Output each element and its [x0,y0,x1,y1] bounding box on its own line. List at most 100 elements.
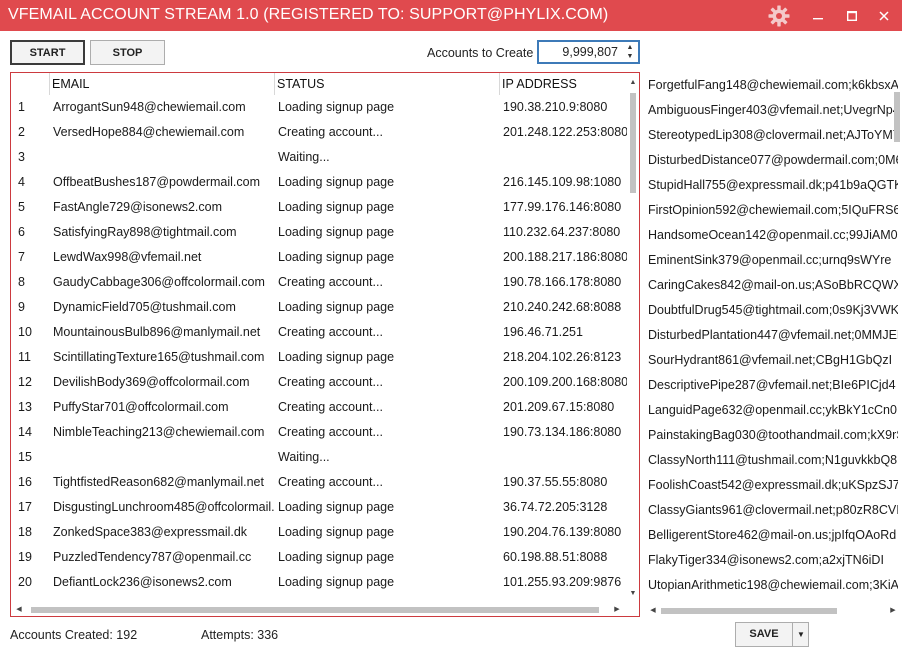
maximize-icon[interactable] [834,0,870,31]
scroll-left-arrow-icon[interactable]: ◀ [13,603,25,616]
created-accounts-list[interactable]: ForgetfulFang148@chewiemail.com;k6kbsxA2… [647,72,902,617]
row-email: DefiantLock236@isonews2.com [53,575,232,589]
row-email: GaudyCabbage306@offcolormail.com [53,275,265,289]
table-row[interactable]: 16 TightfistedReason682@manlymail.net Crea… [11,470,629,495]
table-row[interactable]: 13 PuffyStar701@offcolormail.com Creating … [11,395,629,420]
row-status: Loading signup page [278,575,395,589]
row-index: 3 [18,150,25,164]
row-email: OffbeatBushes187@powdermail.com [53,175,261,189]
save-button-label[interactable]: SAVE [736,623,792,646]
output-vertical-scrollbar[interactable] [892,72,902,602]
table-row[interactable]: 11 ScintillatingTexture165@tushmail.com Lo… [11,345,629,370]
row-index: 19 [18,550,32,564]
close-icon[interactable] [866,0,902,31]
row-index: 13 [18,400,32,414]
table-row[interactable]: 1 ArrogantSun948@chewiemail.com Loading si… [11,95,629,120]
row-ip: 210.240.242.68:8088 [503,300,622,314]
row-status: Loading signup page [278,200,395,214]
accounts-to-create-input[interactable]: 9,999,807 ▲ ▼ [537,40,640,64]
row-email: ZonkedSpace383@expressmail.dk [53,525,248,539]
table-row[interactable]: 14 NimbleTeaching213@chewiemail.com Creati… [11,420,629,445]
row-email [53,145,275,170]
scroll-down-arrow-icon[interactable]: ▼ [627,587,639,601]
table-row[interactable]: 2 VersedHope884@chewiemail.com Creating ac… [11,120,629,145]
row-status: Loading signup page [278,100,395,114]
column-header-status[interactable]: STATUS [274,73,499,95]
row-status: Loading signup page [278,175,395,189]
row-status: Loading signup page [278,250,395,264]
scroll-thumb[interactable] [630,93,636,193]
table-row[interactable]: 17 DisgustingLunchroom485@offcolormail. Lo… [11,495,629,520]
row-index: 11 [18,350,31,364]
row-status: Loading signup page [278,550,395,564]
row-email: DisgustingLunchroom485@offcolormail. [53,500,275,514]
table-row[interactable]: 15 Waiting... [11,445,629,470]
row-index: 12 [18,375,32,389]
row-ip: 190.204.76.139:8080 [503,525,622,539]
row-ip: 216.145.109.98:1080 [503,175,622,189]
list-item: StupidHall755@expressmail.dk;p41b9aQGTK [648,178,898,192]
stop-button[interactable]: STOP [90,40,165,65]
scroll-right-arrow-icon[interactable]: ▶ [611,603,623,616]
row-status: Loading signup page [278,500,395,514]
row-index: 4 [18,175,25,189]
table-row[interactable]: 7 LewdWax998@vfemail.net Loading signup pa… [11,245,629,270]
table-row[interactable]: 6 SatisfyingRay898@tightmail.com Loading s… [11,220,629,245]
accounts-grid[interactable]: EMAIL STATUS IP ADDRESS 1 ArrogantSun948@… [10,72,640,617]
scroll-thumb[interactable] [894,92,900,142]
gear-icon[interactable] [767,4,791,28]
row-ip: 190.78.166.178:8080 [503,275,622,289]
table-row[interactable]: 3 Waiting... [11,145,629,170]
row-index: 18 [18,525,32,539]
minimize-icon[interactable] [800,0,836,31]
table-row[interactable]: 12 DevilishBody369@offcolormail.com Creati… [11,370,629,395]
scroll-left-arrow-icon[interactable]: ◀ [647,604,659,617]
row-email: PuzzledTendency787@openmail.cc [53,550,252,564]
row-status: Creating account... [278,375,383,389]
row-status: Creating account... [278,400,383,414]
table-row[interactable]: 8 GaudyCabbage306@offcolormail.com Creatin… [11,270,629,295]
column-header-ip[interactable]: IP ADDRESS [499,73,629,95]
table-row[interactable]: 9 DynamicField705@tushmail.com Loading sig… [11,295,629,320]
row-status: Waiting... [278,150,330,164]
save-button[interactable]: SAVE ▼ [735,622,809,647]
start-button[interactable]: START [10,40,85,65]
grid-horizontal-scrollbar[interactable]: ◀ ▶ [11,603,629,616]
spinner-arrows-icon[interactable]: ▲ ▼ [624,43,636,61]
chevron-down-icon[interactable]: ▼ [792,623,809,646]
table-row[interactable]: 18 ZonkedSpace383@expressmail.dk Loading s… [11,520,629,545]
table-row[interactable]: 5 FastAngle729@isonews2.com Loading signup… [11,195,629,220]
row-ip: 196.46.71.251 [503,325,583,339]
grid-header: EMAIL STATUS IP ADDRESS [11,73,629,95]
list-item: SourHydrant861@vfemail.net;CBgH1GbQzI [648,353,893,367]
row-email: ArrogantSun948@chewiemail.com [53,100,246,114]
list-item: DescriptivePipe287@vfemail.net;BIe6PICjd… [648,378,896,392]
list-item: EminentSink379@openmail.cc;urnq9sWYre [648,253,892,267]
row-status: Creating account... [278,125,383,139]
row-index: 9 [18,300,25,314]
row-ip [503,145,629,170]
row-email: NimbleTeaching213@chewiemail.com [53,425,265,439]
row-index: 2 [18,125,25,139]
accounts-to-create-value: 9,999,807 [562,45,618,59]
scroll-up-arrow-icon[interactable]: ▲ [627,76,639,90]
scroll-right-arrow-icon[interactable]: ▶ [887,604,899,617]
list-item: DisturbedDistance077@powdermail.com;0M6 [648,153,898,167]
table-row[interactable]: 10 MountainousBulb896@manlymail.net Creati… [11,320,629,345]
row-index: 1 [18,100,25,114]
table-row[interactable]: 20 DefiantLock236@isonews2.com Loading sig… [11,570,629,595]
accounts-to-create-label: Accounts to Create [427,46,534,60]
output-horizontal-scrollbar[interactable]: ◀ ▶ [647,604,902,617]
scroll-thumb[interactable] [661,608,837,614]
row-email: LewdWax998@vfemail.net [53,250,202,264]
scroll-thumb[interactable] [31,607,599,613]
table-row[interactable]: 19 PuzzledTendency787@openmail.cc Loading … [11,545,629,570]
list-item: ClassyGiants961@clovermail.net;p80zR8CVI… [648,503,898,517]
window-title: VFEMAIL ACCOUNT STREAM 1.0 (REGISTERED T… [8,6,609,23]
row-email [53,445,275,470]
list-item: StereotypedLip308@clovermail.net;AJToYM7… [648,128,898,142]
grid-vertical-scrollbar[interactable]: ▲ ▼ [627,73,639,603]
row-status: Loading signup page [278,350,395,364]
column-header-email[interactable]: EMAIL [49,73,274,95]
table-row[interactable]: 4 OffbeatBushes187@powdermail.com Loading … [11,170,629,195]
